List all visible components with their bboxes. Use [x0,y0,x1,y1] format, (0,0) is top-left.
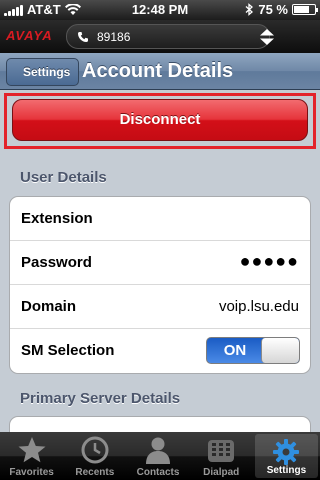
tab-recents[interactable]: Recents [63,432,126,480]
app-header: AVAYA 89186 [0,20,320,53]
sm-selection-row: SM Selection ON [10,329,310,373]
phone-icon [77,31,89,43]
gear-icon [273,439,300,465]
tab-favorites[interactable]: Favorites [0,432,63,480]
battery-icon [292,4,318,15]
tab-settings[interactable]: Settings [254,434,319,478]
dialpad-icon [208,440,235,462]
section-title-primary-server: Primary Server Details [20,390,181,407]
domain-value: voip.lsu.edu [218,298,299,315]
back-button[interactable]: Settings [6,58,80,86]
extension-row[interactable]: Extension [10,197,310,241]
tab-label: Dialpad [203,467,240,478]
star-icon [18,437,46,463]
status-bar: AT&T 12:48 PM 75 % [0,0,320,20]
navigation-bar: Settings Account Details [0,53,320,90]
toggle-knob[interactable] [261,338,299,363]
password-value: ●●●●● [239,251,299,271]
battery-fill [294,6,309,13]
row-label: Domain [21,298,77,315]
tab-label: Contacts [136,467,180,478]
row-label: Extension [21,210,93,227]
avaya-logo: AVAYA [6,28,53,43]
tab-dialpad[interactable]: Dialpad [190,432,253,480]
clock-icon [81,436,109,464]
up-down-arrows-icon[interactable] [258,28,276,46]
settings-content[interactable]: Disconnect User Details Extension Passwo… [0,90,320,432]
row-label: Password [21,254,92,271]
tab-label: Favorites [9,467,54,478]
tab-contacts[interactable]: Contacts [126,432,189,480]
battery-group: 75 % [245,2,318,17]
line-selector[interactable]: 89186 [66,24,270,49]
row-label: SM Selection [21,342,115,359]
tab-label: Settings [266,465,307,476]
sm-selection-toggle[interactable]: ON [206,337,300,364]
section-title-user-details: User Details [20,169,107,186]
tab-label: Recents [75,467,115,478]
battery-percent: 75 % [258,2,288,17]
password-row[interactable]: Password ●●●●● [10,241,310,285]
disconnect-button[interactable]: Disconnect [12,99,308,141]
tab-bar: Favorites Recents Contacts Dialpad Setti… [0,432,320,480]
person-icon [146,437,170,464]
line-number: 89186 [97,29,131,44]
toggle-state-label: ON [223,342,247,359]
primary-server-group [9,416,311,432]
page-title: Account Details [82,60,234,82]
user-details-group: Extension Password ●●●●● Domain voip.lsu… [9,196,311,374]
bluetooth-icon [245,3,254,16]
domain-row[interactable]: Domain voip.lsu.edu [10,285,310,329]
